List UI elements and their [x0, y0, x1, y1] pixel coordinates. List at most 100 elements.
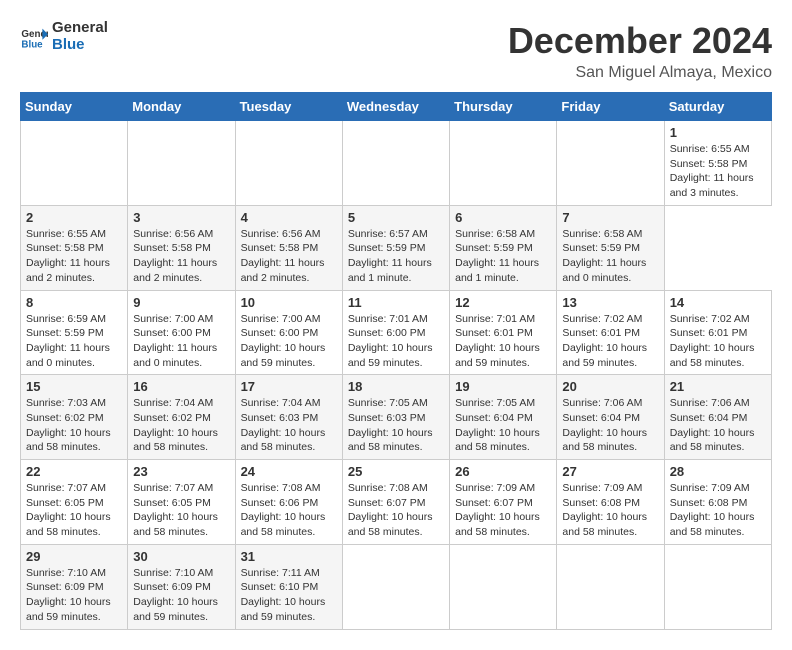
weekday-header-saturday: Saturday [664, 93, 771, 121]
weekday-header-thursday: Thursday [450, 93, 557, 121]
calendar-week-row: 8 Sunrise: 6:59 AMSunset: 5:59 PMDayligh… [21, 290, 772, 375]
page-header: General Blue General Blue December 2024 … [20, 20, 772, 82]
day-info: Sunrise: 7:04 AMSunset: 6:02 PMDaylight:… [133, 397, 218, 453]
day-number: 13 [562, 295, 658, 310]
calendar-cell: 18 Sunrise: 7:05 AMSunset: 6:03 PMDaylig… [342, 375, 449, 460]
day-info: Sunrise: 6:56 AMSunset: 5:58 PMDaylight:… [133, 228, 217, 284]
day-number: 15 [26, 379, 122, 394]
day-info: Sunrise: 6:57 AMSunset: 5:59 PMDaylight:… [348, 228, 432, 284]
day-info: Sunrise: 6:55 AMSunset: 5:58 PMDaylight:… [670, 143, 754, 199]
calendar-cell: 7 Sunrise: 6:58 AMSunset: 5:59 PMDayligh… [557, 205, 664, 290]
day-number: 22 [26, 464, 122, 479]
day-number: 30 [133, 549, 229, 564]
day-number: 19 [455, 379, 551, 394]
calendar-cell [450, 121, 557, 206]
calendar-cell: 20 Sunrise: 7:06 AMSunset: 6:04 PMDaylig… [557, 375, 664, 460]
logo-icon: General Blue [20, 23, 48, 51]
calendar-cell [128, 121, 235, 206]
calendar-cell [557, 544, 664, 629]
calendar-cell: 2 Sunrise: 6:55 AMSunset: 5:58 PMDayligh… [21, 205, 128, 290]
day-number: 24 [241, 464, 337, 479]
calendar-cell [557, 121, 664, 206]
location-title: San Miguel Almaya, Mexico [508, 64, 772, 82]
day-number: 6 [455, 210, 551, 225]
day-number: 9 [133, 295, 229, 310]
day-number: 21 [670, 379, 766, 394]
day-info: Sunrise: 7:09 AMSunset: 6:08 PMDaylight:… [562, 482, 647, 538]
calendar-cell: 14 Sunrise: 7:02 AMSunset: 6:01 PMDaylig… [664, 290, 771, 375]
calendar-cell [235, 121, 342, 206]
day-info: Sunrise: 7:00 AMSunset: 6:00 PMDaylight:… [133, 313, 217, 369]
calendar-week-row: 1 Sunrise: 6:55 AMSunset: 5:58 PMDayligh… [21, 121, 772, 206]
day-number: 18 [348, 379, 444, 394]
calendar-cell [450, 544, 557, 629]
day-info: Sunrise: 6:59 AMSunset: 5:59 PMDaylight:… [26, 313, 110, 369]
calendar-cell: 5 Sunrise: 6:57 AMSunset: 5:59 PMDayligh… [342, 205, 449, 290]
day-number: 10 [241, 295, 337, 310]
weekday-header-row: SundayMondayTuesdayWednesdayThursdayFrid… [21, 93, 772, 121]
day-info: Sunrise: 7:11 AMSunset: 6:10 PMDaylight:… [241, 567, 326, 623]
day-info: Sunrise: 7:04 AMSunset: 6:03 PMDaylight:… [241, 397, 326, 453]
day-info: Sunrise: 7:08 AMSunset: 6:07 PMDaylight:… [348, 482, 433, 538]
weekday-header-tuesday: Tuesday [235, 93, 342, 121]
day-number: 28 [670, 464, 766, 479]
day-number: 17 [241, 379, 337, 394]
day-info: Sunrise: 7:00 AMSunset: 6:00 PMDaylight:… [241, 313, 326, 369]
day-number: 1 [670, 125, 766, 140]
calendar-cell: 26 Sunrise: 7:09 AMSunset: 6:07 PMDaylig… [450, 460, 557, 545]
calendar-cell: 8 Sunrise: 6:59 AMSunset: 5:59 PMDayligh… [21, 290, 128, 375]
calendar-cell: 13 Sunrise: 7:02 AMSunset: 6:01 PMDaylig… [557, 290, 664, 375]
day-info: Sunrise: 6:58 AMSunset: 5:59 PMDaylight:… [562, 228, 646, 284]
calendar-cell: 21 Sunrise: 7:06 AMSunset: 6:04 PMDaylig… [664, 375, 771, 460]
day-number: 3 [133, 210, 229, 225]
day-info: Sunrise: 7:10 AMSunset: 6:09 PMDaylight:… [133, 567, 218, 623]
day-info: Sunrise: 7:01 AMSunset: 6:01 PMDaylight:… [455, 313, 540, 369]
calendar-cell: 6 Sunrise: 6:58 AMSunset: 5:59 PMDayligh… [450, 205, 557, 290]
calendar-cell: 29 Sunrise: 7:10 AMSunset: 6:09 PMDaylig… [21, 544, 128, 629]
calendar-cell: 23 Sunrise: 7:07 AMSunset: 6:05 PMDaylig… [128, 460, 235, 545]
calendar-cell: 11 Sunrise: 7:01 AMSunset: 6:00 PMDaylig… [342, 290, 449, 375]
day-info: Sunrise: 7:07 AMSunset: 6:05 PMDaylight:… [26, 482, 111, 538]
day-info: Sunrise: 7:10 AMSunset: 6:09 PMDaylight:… [26, 567, 111, 623]
day-number: 11 [348, 295, 444, 310]
calendar-cell: 3 Sunrise: 6:56 AMSunset: 5:58 PMDayligh… [128, 205, 235, 290]
day-info: Sunrise: 7:06 AMSunset: 6:04 PMDaylight:… [670, 397, 755, 453]
day-info: Sunrise: 7:02 AMSunset: 6:01 PMDaylight:… [670, 313, 755, 369]
calendar-week-row: 2 Sunrise: 6:55 AMSunset: 5:58 PMDayligh… [21, 205, 772, 290]
weekday-header-friday: Friday [557, 93, 664, 121]
calendar-cell: 10 Sunrise: 7:00 AMSunset: 6:00 PMDaylig… [235, 290, 342, 375]
calendar-cell [21, 121, 128, 206]
calendar-cell [342, 121, 449, 206]
day-info: Sunrise: 6:58 AMSunset: 5:59 PMDaylight:… [455, 228, 539, 284]
calendar-week-row: 15 Sunrise: 7:03 AMSunset: 6:02 PMDaylig… [21, 375, 772, 460]
day-info: Sunrise: 7:03 AMSunset: 6:02 PMDaylight:… [26, 397, 111, 453]
logo-general: General [52, 20, 108, 37]
weekday-header-monday: Monday [128, 93, 235, 121]
day-number: 29 [26, 549, 122, 564]
calendar-cell: 4 Sunrise: 6:56 AMSunset: 5:58 PMDayligh… [235, 205, 342, 290]
calendar-cell: 15 Sunrise: 7:03 AMSunset: 6:02 PMDaylig… [21, 375, 128, 460]
calendar-cell: 9 Sunrise: 7:00 AMSunset: 6:00 PMDayligh… [128, 290, 235, 375]
calendar-cell: 27 Sunrise: 7:09 AMSunset: 6:08 PMDaylig… [557, 460, 664, 545]
calendar-cell [664, 544, 771, 629]
calendar-cell: 16 Sunrise: 7:04 AMSunset: 6:02 PMDaylig… [128, 375, 235, 460]
day-number: 14 [670, 295, 766, 310]
day-info: Sunrise: 7:02 AMSunset: 6:01 PMDaylight:… [562, 313, 647, 369]
title-section: December 2024 San Miguel Almaya, Mexico [508, 20, 772, 82]
day-info: Sunrise: 7:05 AMSunset: 6:04 PMDaylight:… [455, 397, 540, 453]
day-number: 23 [133, 464, 229, 479]
day-info: Sunrise: 7:09 AMSunset: 6:07 PMDaylight:… [455, 482, 540, 538]
calendar-cell: 12 Sunrise: 7:01 AMSunset: 6:01 PMDaylig… [450, 290, 557, 375]
calendar-cell: 25 Sunrise: 7:08 AMSunset: 6:07 PMDaylig… [342, 460, 449, 545]
weekday-header-wednesday: Wednesday [342, 93, 449, 121]
calendar-cell: 31 Sunrise: 7:11 AMSunset: 6:10 PMDaylig… [235, 544, 342, 629]
calendar-cell: 1 Sunrise: 6:55 AMSunset: 5:58 PMDayligh… [664, 121, 771, 206]
calendar-cell: 19 Sunrise: 7:05 AMSunset: 6:04 PMDaylig… [450, 375, 557, 460]
day-info: Sunrise: 7:07 AMSunset: 6:05 PMDaylight:… [133, 482, 218, 538]
calendar-table: SundayMondayTuesdayWednesdayThursdayFrid… [20, 92, 772, 630]
calendar-cell: 17 Sunrise: 7:04 AMSunset: 6:03 PMDaylig… [235, 375, 342, 460]
day-number: 27 [562, 464, 658, 479]
calendar-week-row: 29 Sunrise: 7:10 AMSunset: 6:09 PMDaylig… [21, 544, 772, 629]
calendar-cell: 30 Sunrise: 7:10 AMSunset: 6:09 PMDaylig… [128, 544, 235, 629]
day-number: 20 [562, 379, 658, 394]
